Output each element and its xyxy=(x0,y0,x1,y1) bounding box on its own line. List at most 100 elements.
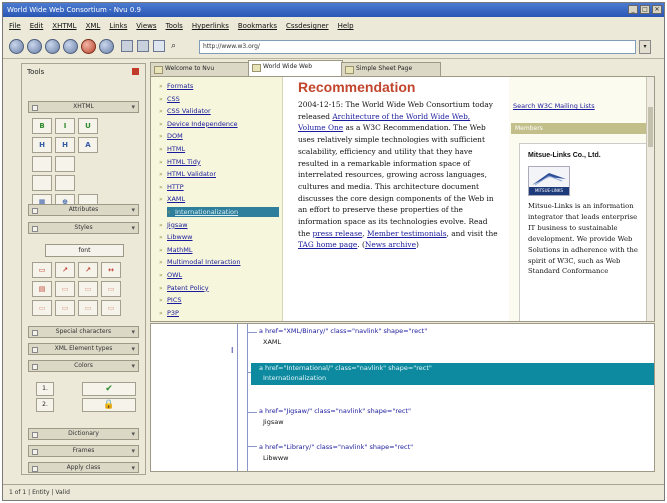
section-xhtml[interactable]: XHTML xyxy=(28,101,139,113)
nav-item[interactable]: » Libwww xyxy=(159,232,193,242)
menu-cssdesigner[interactable]: Cssdesigner xyxy=(286,17,329,35)
tab-simple-sheet[interactable]: Simple Sheet Page xyxy=(341,62,441,76)
nav-item[interactable]: » HTML Validator xyxy=(159,169,216,179)
menu-tools[interactable]: Tools xyxy=(166,17,183,35)
nav-link[interactable]: HTML xyxy=(167,145,185,153)
menu-links[interactable]: Links xyxy=(109,17,127,35)
nav-link[interactable]: DOM xyxy=(167,132,183,140)
nav-item[interactable]: » Device Independence xyxy=(159,119,238,129)
style-position-icon[interactable]: ▭ xyxy=(55,300,75,316)
nav-item[interactable]: » XAML xyxy=(159,194,185,204)
nav-link[interactable]: MathML xyxy=(167,246,193,254)
reload-icon[interactable] xyxy=(45,39,60,54)
form-button[interactable] xyxy=(32,175,52,191)
preview-scrollbar[interactable] xyxy=(646,77,654,321)
nav-item[interactable]: » Jigsaw xyxy=(159,220,188,230)
nav-link[interactable]: HTTP xyxy=(167,183,184,191)
nav-item[interactable]: » MathML xyxy=(159,245,193,255)
sponsor-logo[interactable]: MITSUE-LINKS xyxy=(528,166,570,196)
stop-icon[interactable] xyxy=(81,39,96,54)
image-button[interactable] xyxy=(55,175,75,191)
nav-link[interactable]: CSS xyxy=(167,95,180,103)
news-archive-link[interactable]: News archive xyxy=(365,240,416,249)
nav-link[interactable]: HTML Validator xyxy=(167,170,216,178)
style-overflow-icon[interactable]: ▭ xyxy=(101,300,121,316)
section-frames[interactable]: Frames xyxy=(28,445,139,457)
list-unordered-button[interactable]: 2. xyxy=(36,398,54,412)
url-dropdown-button[interactable]: ▾ xyxy=(639,40,651,54)
nav-link[interactable]: XAML xyxy=(167,195,185,203)
search-icon[interactable]: ⌕ xyxy=(171,40,183,52)
anchor-button[interactable]: A xyxy=(78,137,98,153)
nav-link[interactable]: Jigsaw xyxy=(167,221,188,229)
preview-scroll-thumb[interactable] xyxy=(648,107,653,147)
nav-link[interactable]: PICS xyxy=(167,296,182,304)
section-apply-class[interactable]: Apply class xyxy=(28,462,139,473)
bookmark-icon[interactable] xyxy=(99,39,114,54)
heading2-button[interactable]: H xyxy=(55,137,75,153)
source-tag[interactable]: a href="Library/" class="navlink" shape=… xyxy=(259,443,413,451)
nav-item[interactable]: » OWL xyxy=(159,270,182,280)
style-resize-icon[interactable]: ↔ xyxy=(101,262,121,278)
source-line[interactable]: a href="XML/Binary/" class="navlink" sha… xyxy=(259,326,427,336)
menu-xml[interactable]: XML xyxy=(86,17,101,35)
nav-link[interactable]: Multimodal Interaction xyxy=(167,258,240,266)
nav-link[interactable]: Internationalization xyxy=(175,208,238,216)
tab-world-wide-web[interactable]: World Wide Web xyxy=(248,60,343,76)
nav-item[interactable]: » DOM xyxy=(159,131,183,141)
lock-icon[interactable]: 🔒 xyxy=(82,398,136,412)
source-tag[interactable]: a href="International/" class="navlink" … xyxy=(251,363,654,373)
source-line[interactable]: a href="Jigsaw/" class="navlink" shape="… xyxy=(259,406,411,416)
nav-link[interactable]: CSS Validator xyxy=(167,107,211,115)
nav-link[interactable]: P3P xyxy=(167,309,179,317)
style-arrow-icon[interactable]: ↗ xyxy=(55,262,75,278)
tag-home-link[interactable]: TAG home page xyxy=(298,240,357,249)
nav-item[interactable]: » Formats xyxy=(159,81,193,91)
tools-close-icon[interactable] xyxy=(132,68,139,75)
forward-icon[interactable] xyxy=(27,39,42,54)
style-float-icon[interactable]: ▭ xyxy=(101,281,121,297)
menu-file[interactable]: File xyxy=(9,17,21,35)
history-icon[interactable] xyxy=(121,40,133,52)
underline-button[interactable]: U xyxy=(78,118,98,134)
nav-link[interactable]: Formats xyxy=(167,82,193,90)
style-display-icon[interactable]: ▭ xyxy=(78,300,98,316)
nav-item[interactable]: » PICS xyxy=(159,295,182,305)
nav-item[interactable]: » Patent Policy xyxy=(159,283,209,293)
nav-link[interactable]: Patent Policy xyxy=(167,284,209,292)
nav-item[interactable]: » P3P xyxy=(159,308,179,318)
style-margin-icon[interactable]: ▭ xyxy=(55,281,75,297)
source-tag[interactable]: a href="Jigsaw/" class="navlink" shape="… xyxy=(259,407,411,415)
menu-help[interactable]: Help xyxy=(338,17,354,35)
search-mailing-lists-link[interactable]: Search W3C Mailing Lists xyxy=(513,102,595,110)
press-release-link[interactable]: press release xyxy=(312,229,362,238)
section-styles[interactable]: Styles xyxy=(28,222,139,234)
heading-button[interactable]: H xyxy=(32,137,52,153)
section-xml-element-types[interactable]: XML Element types xyxy=(28,343,139,355)
section-colors[interactable]: Colors xyxy=(28,360,139,372)
list-button[interactable] xyxy=(32,156,52,172)
nav-item[interactable]: » HTML xyxy=(159,144,185,154)
source-tag[interactable]: a href="XML/Binary/" class="navlink" sha… xyxy=(259,327,427,335)
menu-edit[interactable]: Edit xyxy=(30,17,44,35)
nav-item[interactable]: » HTML Tidy xyxy=(159,157,201,167)
bold-button[interactable]: B xyxy=(32,118,52,134)
nav-item[interactable]: » Multimodal Interaction xyxy=(159,257,240,267)
url-input[interactable]: http://www.w3.org/ xyxy=(199,40,636,54)
nav-link[interactable]: Device Independence xyxy=(167,120,238,128)
style-box-icon[interactable]: ▭ xyxy=(32,262,52,278)
home-icon[interactable] xyxy=(63,39,78,54)
section-attributes[interactable]: Attributes xyxy=(28,204,139,216)
nav-link[interactable]: OWL xyxy=(167,271,182,279)
maximize-button[interactable]: □ xyxy=(640,5,650,14)
sidebar-icon[interactable] xyxy=(153,40,165,52)
nav-item[interactable]: » HTTP xyxy=(159,182,184,192)
menu-bookmarks[interactable]: Bookmarks xyxy=(238,17,277,35)
nav-item[interactable]: » CSS Validator xyxy=(159,106,211,116)
back-icon[interactable] xyxy=(9,39,24,54)
style-arrow2-icon[interactable]: ↗ xyxy=(78,262,98,278)
nav-item[interactable]: » CSS xyxy=(159,94,180,104)
nav-link[interactable]: Libwww xyxy=(167,233,193,241)
style-border-icon[interactable]: ▤ xyxy=(32,281,52,297)
section-special-characters[interactable]: Special characters xyxy=(28,326,139,338)
